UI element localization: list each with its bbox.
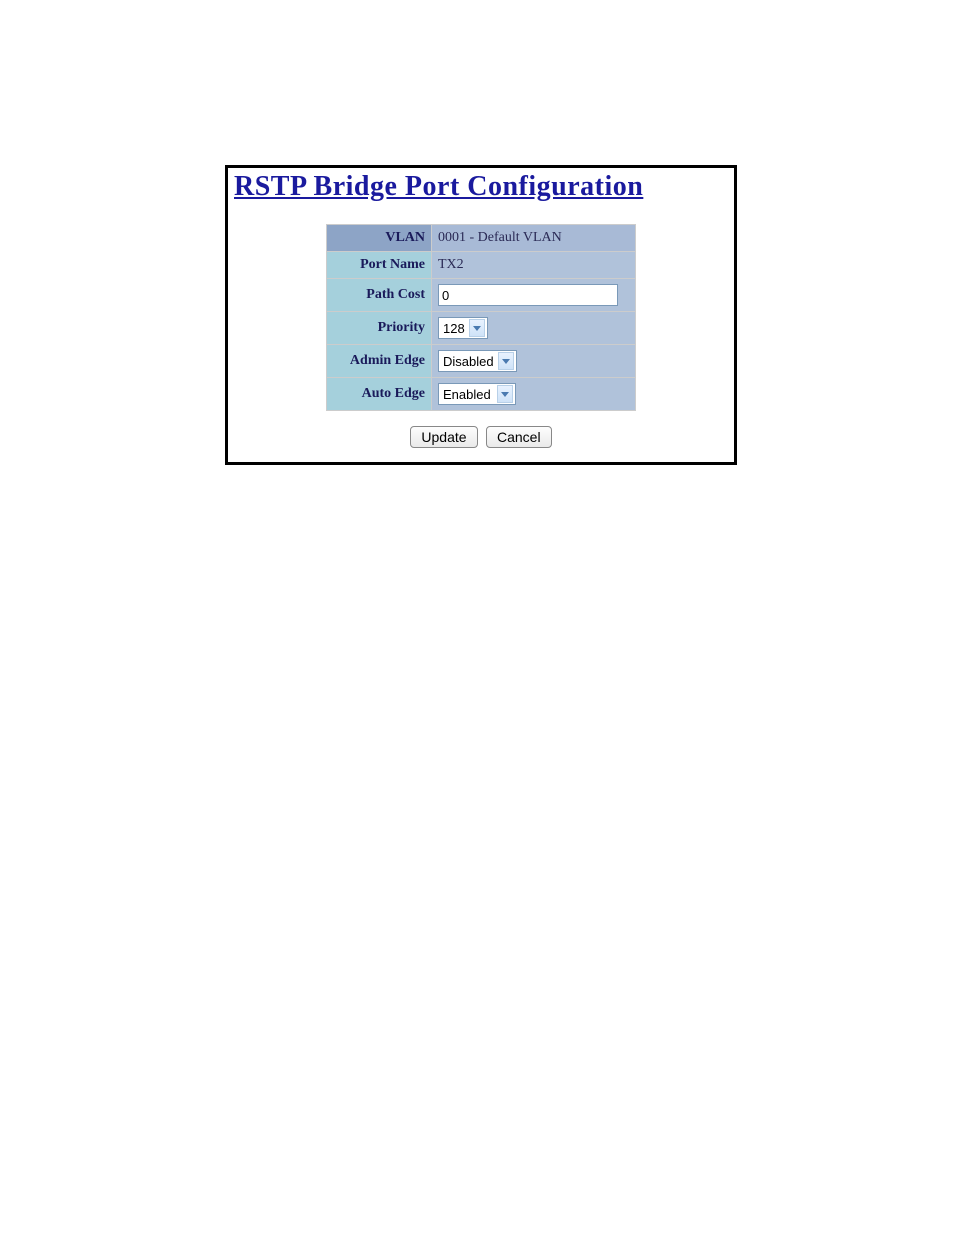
- chevron-down-icon: [497, 385, 513, 403]
- row-adminedge: Admin Edge Disabled: [327, 345, 636, 378]
- config-panel: RSTP Bridge Port Configuration VLAN 0001…: [225, 165, 737, 465]
- vlan-value: 0001 - Default VLAN: [432, 225, 636, 252]
- pathcost-cell: [432, 279, 636, 312]
- autoedge-label: Auto Edge: [327, 378, 432, 411]
- cancel-button[interactable]: Cancel: [486, 426, 552, 448]
- update-button[interactable]: Update: [410, 426, 477, 448]
- pathcost-label: Path Cost: [327, 279, 432, 312]
- priority-label: Priority: [327, 312, 432, 345]
- adminedge-value: Disabled: [439, 354, 498, 369]
- priority-cell: 128: [432, 312, 636, 345]
- row-autoedge: Auto Edge Enabled: [327, 378, 636, 411]
- adminedge-cell: Disabled: [432, 345, 636, 378]
- portname-label: Port Name: [327, 252, 432, 279]
- autoedge-value: Enabled: [439, 387, 497, 402]
- row-portname: Port Name TX2: [327, 252, 636, 279]
- chevron-down-icon: [498, 352, 514, 370]
- page-title: RSTP Bridge Port Configuration: [228, 168, 734, 206]
- button-row: Update Cancel: [228, 411, 734, 462]
- priority-value: 128: [439, 321, 469, 336]
- row-pathcost: Path Cost: [327, 279, 636, 312]
- priority-dropdown[interactable]: 128: [438, 317, 488, 339]
- row-vlan: VLAN 0001 - Default VLAN: [327, 225, 636, 252]
- portname-value: TX2: [432, 252, 636, 279]
- adminedge-dropdown[interactable]: Disabled: [438, 350, 517, 372]
- config-table: VLAN 0001 - Default VLAN Port Name TX2 P…: [326, 224, 636, 411]
- row-priority: Priority 128: [327, 312, 636, 345]
- adminedge-label: Admin Edge: [327, 345, 432, 378]
- vlan-label: VLAN: [327, 225, 432, 252]
- autoedge-dropdown[interactable]: Enabled: [438, 383, 516, 405]
- autoedge-cell: Enabled: [432, 378, 636, 411]
- pathcost-input[interactable]: [438, 284, 618, 306]
- chevron-down-icon: [469, 319, 485, 337]
